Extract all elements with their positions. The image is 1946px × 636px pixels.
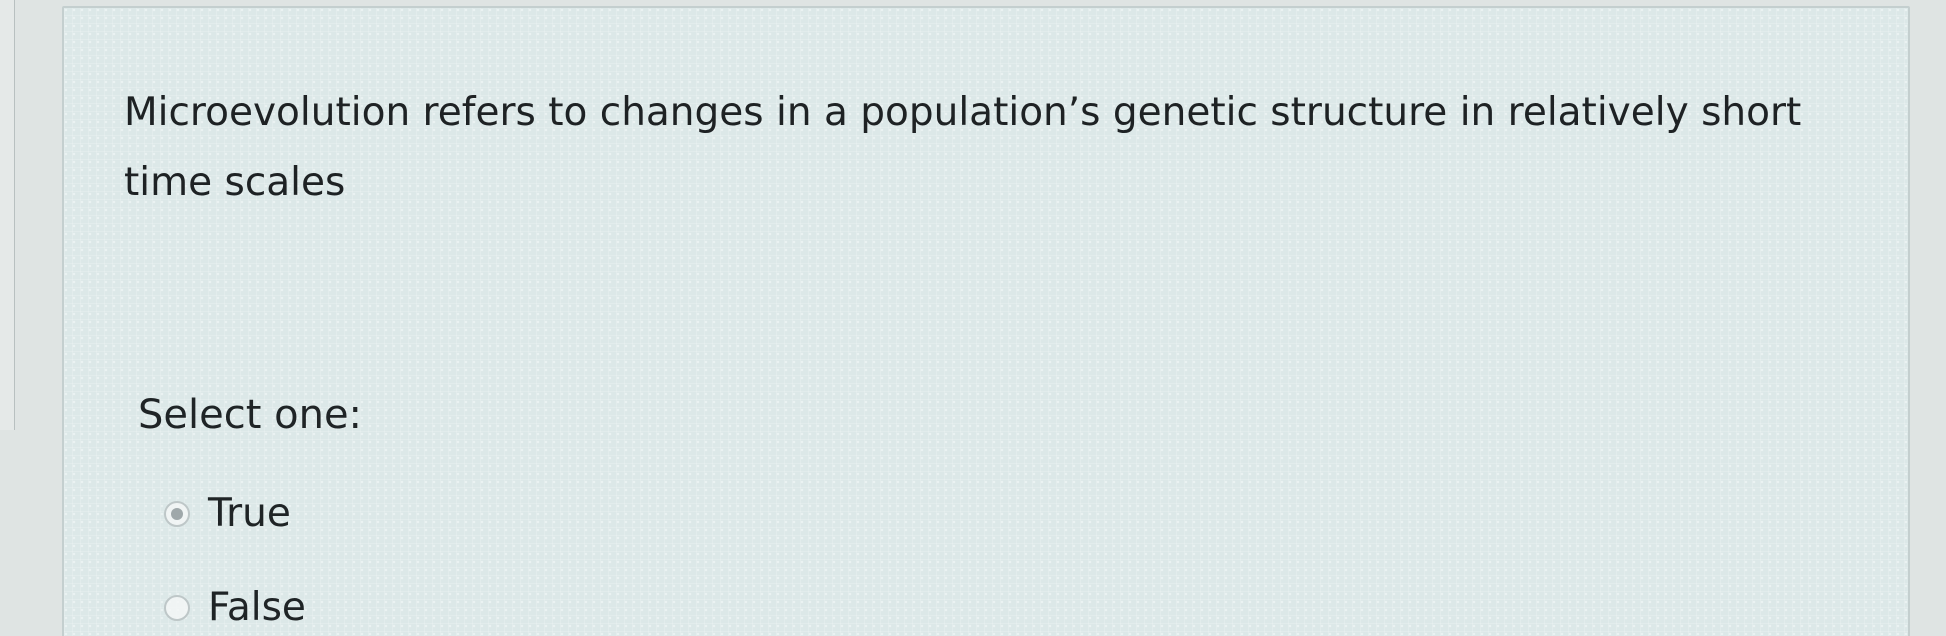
radio-selected-icon bbox=[164, 501, 190, 527]
select-one-label: Select one: bbox=[138, 392, 363, 438]
radio-unselected-icon bbox=[164, 595, 190, 621]
question-text: Microevolution refers to changes in a po… bbox=[124, 90, 1802, 205]
answer-option-label: False bbox=[208, 585, 306, 630]
answer-option-label: True bbox=[208, 491, 291, 536]
false-radio-button[interactable] bbox=[158, 589, 196, 627]
quiz-screen: Microevolution refers to changes in a po… bbox=[0, 0, 1946, 636]
true-radio-button[interactable] bbox=[158, 495, 196, 533]
answer-option-false[interactable]: False bbox=[158, 585, 306, 631]
answer-option-true[interactable]: True bbox=[158, 491, 291, 537]
left-panel-edge bbox=[0, 0, 15, 430]
question-card: Microevolution refers to changes in a po… bbox=[62, 6, 1910, 636]
